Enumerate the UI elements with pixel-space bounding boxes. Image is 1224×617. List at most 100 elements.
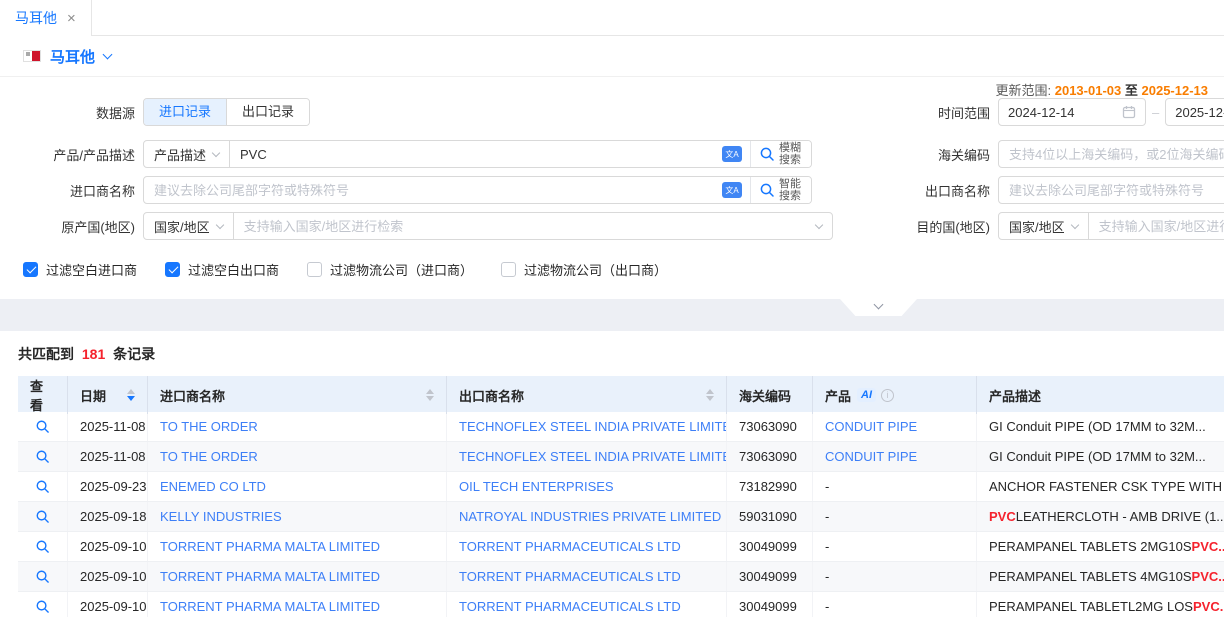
- destination-country-input[interactable]: [1089, 219, 1224, 234]
- product-input[interactable]: [230, 147, 722, 162]
- tab-bar: 马耳他 ×: [0, 0, 1224, 36]
- table-header-row: 查看 日期 进口商名称 出口商名称 海关编码 产品 AI: [18, 376, 1224, 412]
- table-row: 2025-09-10TORRENT PHARMA MALTA LIMITEDTO…: [18, 532, 1224, 562]
- col-hs-code: 海关编码: [727, 376, 813, 414]
- checkbox-label: 过滤空白进口商: [46, 260, 137, 279]
- filter-panel: 更新范围: 2013-01-03 至 2025-12-13 数据源 进口记录 出…: [0, 77, 1224, 299]
- translate-icon[interactable]: 文A: [722, 146, 742, 162]
- update-range-to-word: 至: [1125, 83, 1138, 98]
- col-description: 产品描述: [977, 376, 1224, 414]
- table-body: 2025-11-08TO THE ORDERTECHNOFLEX STEEL I…: [18, 412, 1224, 617]
- results-table: 查看 日期 进口商名称 出口商名称 海关编码 产品 AI: [18, 376, 1224, 617]
- view-search-icon: [35, 539, 50, 554]
- date-cell: 2025-09-10: [68, 562, 148, 591]
- view-record-button[interactable]: [18, 532, 68, 561]
- date-cell: 2025-09-10: [68, 532, 148, 561]
- product-cell: -: [813, 472, 977, 501]
- product-desc-cell: GI Conduit PIPE (OD 17MM to 32M...: [977, 412, 1224, 441]
- checkbox-filter-logistics-exporter[interactable]: 过滤物流公司（出口商）: [501, 260, 667, 279]
- tab-import-records[interactable]: 进口记录: [144, 99, 226, 125]
- date-cell: 2025-09-10: [68, 592, 148, 617]
- hs-code-cell: 59031090: [727, 502, 813, 531]
- summary-prefix: 共匹配到: [18, 346, 74, 362]
- checkbox-filter-blank-importer[interactable]: 过滤空白进口商: [23, 260, 137, 279]
- importer-input[interactable]: [144, 183, 722, 198]
- view-record-button[interactable]: [18, 472, 68, 501]
- exporter-link[interactable]: TECHNOFLEX STEEL INDIA PRIVATE LIMITED: [447, 442, 727, 471]
- exporter-link[interactable]: TORRENT PHARMACEUTICALS LTD: [447, 562, 727, 591]
- collapse-filters-button[interactable]: [840, 299, 917, 316]
- update-range-note: 更新范围: 2013-01-03 至 2025-12-13: [995, 80, 1208, 99]
- exporter-link[interactable]: TORRENT PHARMACEUTICALS LTD: [447, 532, 727, 561]
- tab-title: 马耳他: [15, 8, 57, 28]
- view-search-icon: [35, 569, 50, 584]
- view-record-button[interactable]: [18, 592, 68, 617]
- product-desc-cell: PERAMPANEL TABLETS 4MG10S PVC...: [977, 562, 1224, 591]
- exporter-link[interactable]: NATROYAL INDUSTRIES PRIVATE LIMITED: [447, 502, 727, 531]
- importer-link[interactable]: KELLY INDUSTRIES: [148, 502, 447, 531]
- destination-type-select[interactable]: 国家/地区: [999, 213, 1089, 239]
- exporter-link[interactable]: TORRENT PHARMACEUTICALS LTD: [447, 592, 727, 617]
- importer-link[interactable]: TORRENT PHARMA MALTA LIMITED: [148, 562, 447, 591]
- start-date-value: 2024-12-14: [1008, 105, 1075, 120]
- importer-link[interactable]: TO THE ORDER: [148, 412, 447, 441]
- view-record-button[interactable]: [18, 442, 68, 471]
- checkbox-filter-blank-exporter[interactable]: 过滤空白出口商: [165, 260, 279, 279]
- view-record-button[interactable]: [18, 412, 68, 441]
- table-row: 2025-11-08TO THE ORDERTECHNOFLEX STEEL I…: [18, 412, 1224, 442]
- col-date[interactable]: 日期: [68, 376, 148, 414]
- view-search-icon: [35, 599, 50, 614]
- data-source-switch: 进口记录 出口记录: [143, 98, 310, 126]
- smart-search-button[interactable]: 智能搜索: [750, 177, 811, 203]
- product-label: 产品/产品描述: [0, 145, 135, 164]
- end-date-input[interactable]: 2025-12-13: [1165, 98, 1224, 126]
- product-cell[interactable]: CONDUIT PIPE: [813, 442, 977, 471]
- col-product-label: 产品: [825, 386, 851, 405]
- end-date-value: 2025-12-13: [1175, 105, 1224, 120]
- start-date-input[interactable]: 2024-12-14: [998, 98, 1146, 126]
- col-product: 产品 AI i: [813, 376, 977, 414]
- close-icon[interactable]: ×: [67, 11, 76, 26]
- fuzzy-search-label: 模糊搜索: [779, 142, 803, 166]
- hs-code-label: 海关编码: [842, 145, 990, 164]
- country-name: 马耳他: [50, 46, 95, 67]
- product-cell[interactable]: CONDUIT PIPE: [813, 412, 977, 441]
- col-exporter[interactable]: 出口商名称: [447, 376, 727, 414]
- app-window: 马耳他 × 马耳他 更新范围: 2013-01-03 至 2025-12-13 …: [0, 0, 1224, 617]
- update-range-from: 2013-01-03: [1055, 83, 1122, 98]
- tab-malta[interactable]: 马耳他 ×: [0, 0, 92, 36]
- checkbox-filter-logistics-importer[interactable]: 过滤物流公司（进口商）: [307, 260, 473, 279]
- product-type-select[interactable]: 产品描述: [144, 141, 230, 167]
- malta-flag-icon: [23, 50, 41, 62]
- exporter-link[interactable]: OIL TECH ENTERPRISES: [447, 472, 727, 501]
- view-record-button[interactable]: [18, 562, 68, 591]
- translate-icon[interactable]: 文A: [722, 182, 742, 198]
- col-exporter-label: 出口商名称: [459, 386, 524, 405]
- view-record-button[interactable]: [18, 502, 68, 531]
- col-importer[interactable]: 进口商名称: [148, 376, 447, 414]
- hs-code-input[interactable]: [999, 147, 1224, 162]
- sort-exporter[interactable]: [706, 389, 714, 401]
- importer-link[interactable]: TO THE ORDER: [148, 442, 447, 471]
- product-desc-cell: GI Conduit PIPE (OD 17MM to 32M...: [977, 442, 1224, 471]
- origin-country-input[interactable]: [234, 219, 816, 234]
- checkbox-label: 过滤空白出口商: [188, 260, 279, 279]
- view-search-icon: [35, 449, 50, 464]
- importer-label: 进口商名称: [0, 181, 135, 200]
- importer-link[interactable]: TORRENT PHARMA MALTA LIMITED: [148, 592, 447, 617]
- sort-date[interactable]: [127, 389, 135, 401]
- info-icon[interactable]: i: [881, 389, 894, 402]
- sort-importer[interactable]: [426, 389, 434, 401]
- fuzzy-search-button[interactable]: 模糊搜索: [750, 141, 811, 167]
- origin-type-select[interactable]: 国家/地区: [144, 213, 234, 239]
- update-range-to: 2025-12-13: [1142, 83, 1209, 98]
- importer-link[interactable]: TORRENT PHARMA MALTA LIMITED: [148, 532, 447, 561]
- smart-search-label: 智能搜索: [779, 178, 803, 202]
- exporter-link[interactable]: TECHNOFLEX STEEL INDIA PRIVATE LIMITED: [447, 412, 727, 441]
- tab-export-records[interactable]: 出口记录: [226, 99, 309, 125]
- destination-country-label: 目的国(地区): [842, 217, 990, 236]
- country-dropdown-button[interactable]: [104, 55, 111, 58]
- exporter-input[interactable]: [999, 183, 1224, 198]
- hs-code-cell: 30049099: [727, 592, 813, 617]
- importer-link[interactable]: ENEMED CO LTD: [148, 472, 447, 501]
